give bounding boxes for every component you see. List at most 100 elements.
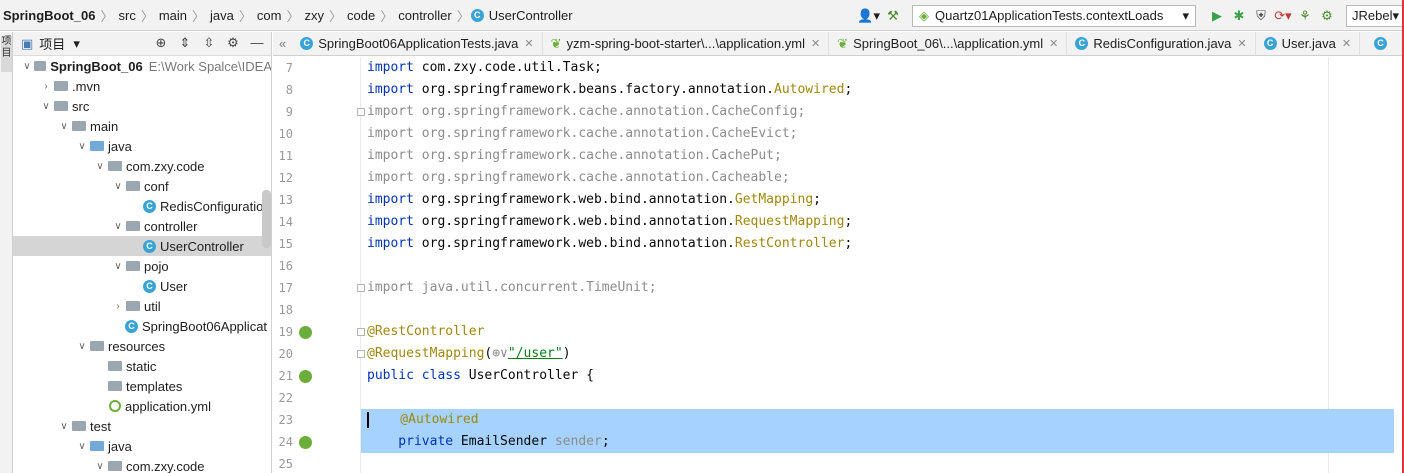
chevron-right-icon[interactable]: ›: [111, 301, 125, 312]
tree-item[interactable]: ∨ controller: [13, 216, 271, 236]
run-configuration-select[interactable]: ◈ Quartz01ApplicationTests.contextLoads …: [912, 4, 1196, 27]
fold-marker-icon[interactable]: [357, 350, 365, 358]
close-tab-icon[interactable]: ✕: [524, 37, 533, 50]
editor-tab[interactable]: ❦ yzm-spring-boot-starter\...\application…: [543, 32, 830, 55]
tree-item[interactable]: C RedisConfiguration: [13, 196, 271, 216]
tree-item[interactable]: ∨ test: [13, 416, 271, 436]
chevron-down-icon[interactable]: ∨: [111, 221, 125, 232]
spring-bean-gutter-icon[interactable]: [299, 436, 312, 449]
code-line[interactable]: import org.springframework.cache.annotat…: [367, 123, 797, 145]
breadcrumb-item[interactable]: UserController: [489, 8, 577, 23]
code-line[interactable]: import org.springframework.web.bind.anno…: [367, 211, 852, 233]
breadcrumb-item[interactable]: main: [155, 8, 191, 23]
chevron-down-icon[interactable]: ∨: [111, 261, 125, 272]
debug-icon[interactable]: ✱: [1228, 5, 1250, 27]
tree-item[interactable]: ∨ pojo: [13, 256, 271, 276]
close-tab-icon[interactable]: ✕: [811, 37, 820, 50]
tree-item[interactable]: templates: [13, 376, 271, 396]
tree-item[interactable]: ∨ conf: [13, 176, 271, 196]
expand-all-icon[interactable]: ⇕: [175, 35, 195, 51]
chevron-down-icon[interactable]: ∨: [57, 121, 71, 132]
code-line[interactable]: public class UserController {: [367, 365, 594, 387]
code-line[interactable]: @Autowired: [367, 409, 479, 431]
project-panel-scrollbar[interactable]: [262, 190, 271, 248]
breadcrumb-item[interactable]: com: [253, 8, 286, 23]
chevron-down-icon[interactable]: ∨: [75, 341, 89, 352]
tree-item[interactable]: › .mvn: [13, 76, 271, 96]
tree-item[interactable]: ∨ main: [13, 116, 271, 136]
tab-overflow-icon[interactable]: C: [1374, 37, 1388, 50]
breadcrumb-item[interactable]: zxy: [301, 8, 329, 23]
code-token: ;: [844, 82, 853, 97]
chevron-down-icon[interactable]: ∨: [57, 421, 71, 432]
collapse-all-icon[interactable]: ⇳: [199, 35, 219, 51]
user-icon[interactable]: 👤▾: [855, 5, 882, 27]
tree-item[interactable]: static: [13, 356, 271, 376]
fold-marker-icon[interactable]: [357, 284, 365, 292]
code-line[interactable]: import org.springframework.beans.factory…: [367, 79, 852, 101]
close-tab-icon[interactable]: ✕: [1342, 37, 1351, 50]
code-line[interactable]: import org.springframework.cache.annotat…: [367, 145, 782, 167]
project-panel-title[interactable]: 项目: [39, 34, 65, 53]
tree-item[interactable]: ∨ resources: [13, 336, 271, 356]
breadcrumb-item[interactable]: java: [206, 8, 238, 23]
code-line[interactable]: import org.springframework.cache.annotat…: [367, 101, 805, 123]
chevron-down-icon[interactable]: ∨: [93, 461, 107, 472]
tree-item[interactable]: ∨ src: [13, 96, 271, 116]
coverage-icon[interactable]: ⛨: [1250, 5, 1272, 27]
spring-bean-gutter-icon[interactable]: [299, 370, 312, 383]
code-line[interactable]: import org.springframework.web.bind.anno…: [367, 233, 852, 255]
jrebel-run-icon[interactable]: ⚘: [1294, 5, 1316, 27]
fold-marker-icon[interactable]: [357, 108, 365, 116]
project-tool-tab[interactable]: 项目: [1, 36, 12, 72]
breadcrumb-item[interactable]: src: [114, 8, 139, 23]
close-tab-icon[interactable]: ✕: [1049, 37, 1058, 50]
profile-icon[interactable]: ⟳▾: [1272, 5, 1294, 27]
code-line[interactable]: private EmailSender sender;: [367, 431, 609, 453]
code-line[interactable]: import com.zxy.code.util.Task;: [367, 57, 602, 79]
chevron-down-icon[interactable]: ∨: [93, 161, 107, 172]
tree-item-label: com.zxy.code: [126, 158, 205, 174]
chevron-down-icon[interactable]: ∨: [111, 181, 125, 192]
fold-marker-icon[interactable]: [357, 328, 365, 336]
code-line[interactable]: @RestController: [367, 321, 484, 343]
tree-item[interactable]: application.yml: [13, 396, 271, 416]
breadcrumb-item[interactable]: controller: [394, 8, 455, 23]
code-line[interactable]: import org.springframework.cache.annotat…: [367, 167, 790, 189]
tree-item[interactable]: C User: [13, 276, 271, 296]
spring-bean-gutter-icon[interactable]: [299, 326, 312, 339]
tree-item[interactable]: ∨ com.zxy.code: [13, 456, 271, 473]
tree-item[interactable]: › util: [13, 296, 271, 316]
chevron-right-icon[interactable]: ›: [39, 81, 53, 92]
code-line[interactable]: import java.util.concurrent.TimeUnit;: [367, 277, 657, 299]
breadcrumb-item[interactable]: code: [343, 8, 379, 23]
tree-item[interactable]: ∨ java: [13, 436, 271, 456]
chevron-down-icon[interactable]: ∨: [75, 441, 89, 452]
run-icon[interactable]: ▶: [1206, 5, 1228, 27]
editor-tab[interactable]: ❦ SpringBoot_06\...\application.yml ✕: [829, 32, 1068, 55]
code-editor[interactable]: 7 8 9 10 11 12 13 14 15 16 17 18 19 20 21 22 23 24 25 impo…: [273, 57, 1404, 473]
jrebel-debug-icon[interactable]: ⚙: [1316, 5, 1338, 27]
build-hammer-icon[interactable]: ⚒: [882, 5, 904, 27]
gear-icon[interactable]: ⚙: [223, 35, 243, 51]
chevron-down-icon[interactable]: ∨: [39, 101, 53, 112]
breadcrumb-item[interactable]: SpringBoot_06: [0, 8, 99, 23]
editor-tab[interactable]: C SpringBoot06ApplicationTests.java ✕: [292, 32, 543, 55]
jrebel-select[interactable]: JRebel ▾: [1346, 4, 1404, 27]
locate-icon[interactable]: ⊕: [151, 35, 171, 51]
chevron-down-icon[interactable]: ∨: [75, 141, 89, 152]
tree-item[interactable]: ∨ SpringBoot_06 E:\Work Spalce\IDEA: [13, 56, 271, 76]
hide-icon[interactable]: —: [247, 35, 267, 51]
code-line[interactable]: import org.springframework.web.bind.anno…: [367, 189, 821, 211]
tree-item[interactable]: ∨ com.zxy.code: [13, 156, 271, 176]
close-tab-icon[interactable]: ✕: [1237, 37, 1246, 50]
editor-tab[interactable]: C RedisConfiguration.java ✕: [1067, 32, 1256, 55]
editor-tab[interactable]: C User.java ✕: [1256, 32, 1361, 55]
chevron-down-icon[interactable]: ▾: [73, 36, 80, 52]
tree-item[interactable]: C UserController: [13, 236, 271, 256]
chevron-down-icon[interactable]: ∨: [21, 61, 33, 72]
tree-item[interactable]: ∨ java: [13, 136, 271, 156]
tree-item[interactable]: C SpringBoot06Applicat: [13, 316, 271, 336]
code-line[interactable]: @RequestMapping(⊕∨"/user"): [367, 343, 571, 365]
tab-scroll-left-icon[interactable]: «: [273, 36, 292, 51]
